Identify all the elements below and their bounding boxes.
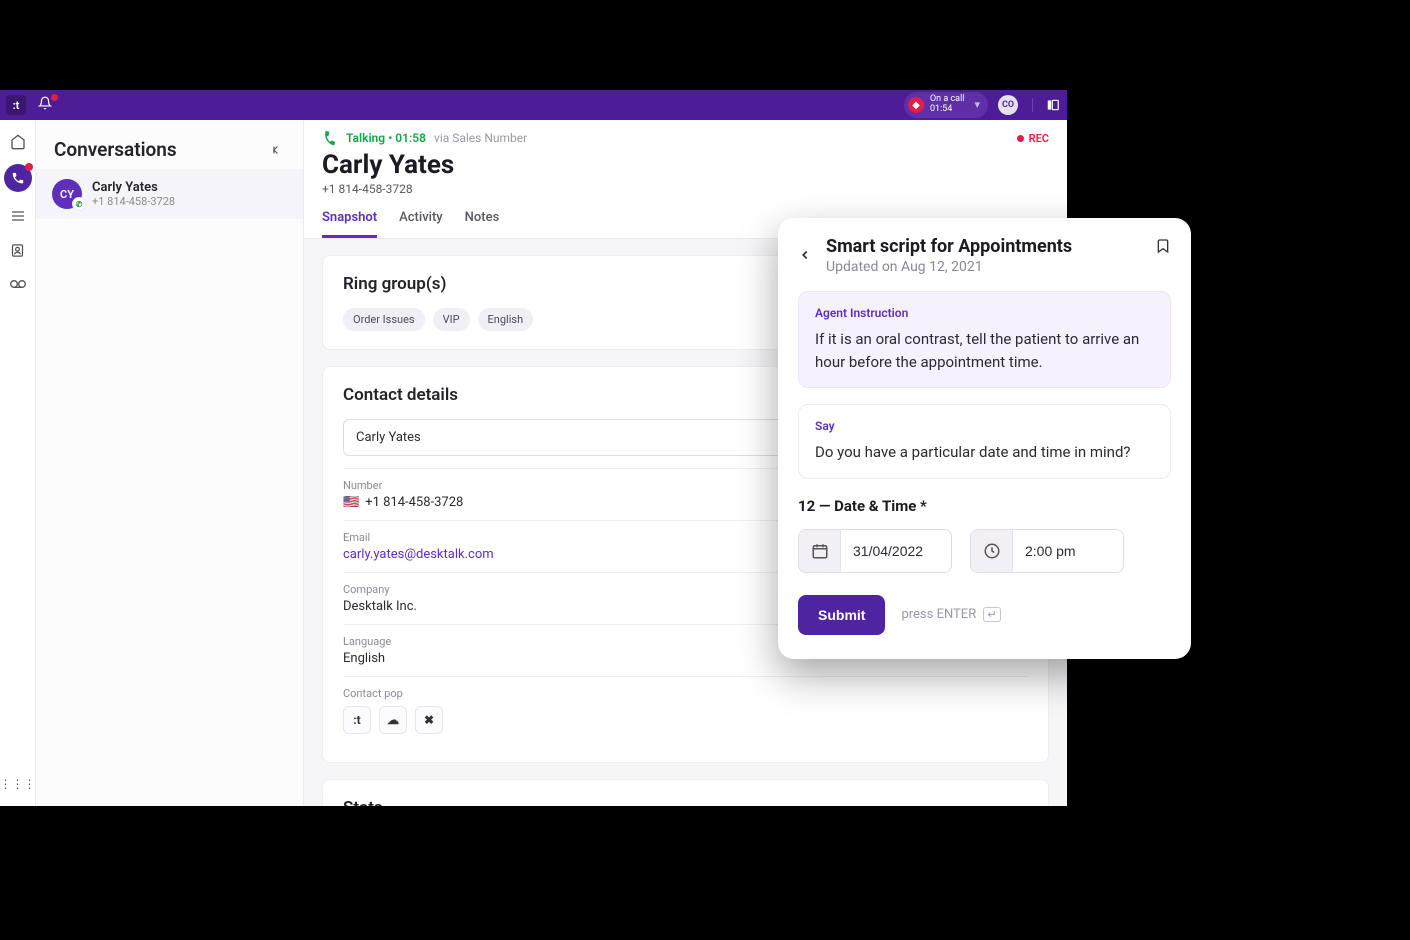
back-icon[interactable] bbox=[798, 244, 812, 266]
phone-badge-icon: ✆ bbox=[72, 197, 86, 211]
rail-home[interactable] bbox=[8, 132, 28, 152]
pop-zendesk-icon[interactable]: ✖ bbox=[415, 706, 443, 734]
bookmark-icon[interactable] bbox=[1155, 236, 1171, 256]
tab-snapshot[interactable]: Snapshot bbox=[322, 210, 377, 238]
contact-pop-icons: :t ☁ ✖ bbox=[343, 706, 1028, 734]
chevron-down-icon: ▾ bbox=[974, 99, 980, 111]
contact-name-heading: Carly Yates bbox=[322, 150, 1049, 180]
say-text: Do you have a particular date and time i… bbox=[815, 441, 1154, 464]
instruction-tag: Agent Instruction bbox=[815, 306, 1154, 320]
press-enter-hint: press ENTER ↵ bbox=[901, 607, 1000, 622]
contact-pop-label: Contact pop bbox=[343, 687, 1028, 700]
call-status: Talking • 01:58 bbox=[346, 131, 426, 145]
user-avatar[interactable]: CO bbox=[998, 95, 1018, 115]
conversations-panel: Conversations CY ✆ Carly Yates +1 814-45… bbox=[36, 120, 304, 806]
conversation-avatar: CY ✆ bbox=[52, 179, 82, 209]
conversations-header: Conversations bbox=[36, 120, 303, 169]
collapse-icon[interactable] bbox=[271, 143, 285, 157]
stats-card: Stats Wait time 01:25 Talking bbox=[322, 779, 1049, 806]
field-contact-pop: Contact pop :t ☁ ✖ bbox=[343, 676, 1028, 744]
call-status-time: 01:54 bbox=[930, 105, 965, 115]
time-input[interactable] bbox=[1013, 530, 1123, 572]
script-titles: Smart script for Appointments Updated on… bbox=[826, 236, 1072, 275]
record-dot-icon: ◆ bbox=[908, 97, 924, 113]
contact-select-value: Carly Yates bbox=[356, 430, 421, 445]
topbar-left: :t bbox=[6, 95, 56, 115]
say-tag: Say bbox=[815, 419, 1154, 433]
tab-activity[interactable]: Activity bbox=[399, 210, 443, 238]
date-field[interactable] bbox=[798, 529, 952, 573]
smart-script-panel: Smart script for Appointments Updated on… bbox=[778, 218, 1191, 659]
script-header: Smart script for Appointments Updated on… bbox=[798, 236, 1171, 275]
rec-label: REC bbox=[1029, 132, 1049, 145]
time-field[interactable] bbox=[970, 529, 1124, 573]
nav-rail: ⋮⋮⋮ bbox=[0, 120, 36, 806]
app-window: :t ◆ On a call 01:54 ▾ CO bbox=[0, 90, 1067, 806]
rec-indicator: REC bbox=[1017, 132, 1049, 145]
clock-icon bbox=[971, 530, 1013, 572]
tab-notes[interactable]: Notes bbox=[465, 210, 500, 238]
submit-row: Submit press ENTER ↵ bbox=[798, 595, 1171, 635]
apps-grid-icon: ⋮⋮⋮ bbox=[0, 777, 36, 791]
notifications-button[interactable] bbox=[38, 96, 56, 114]
script-title: Smart script for Appointments bbox=[826, 236, 1072, 257]
call-via: via Sales Number bbox=[434, 131, 527, 145]
rec-dot-icon bbox=[1017, 135, 1024, 142]
call-status-pill[interactable]: ◆ On a call 01:54 ▾ bbox=[904, 92, 988, 118]
stats-title: Stats bbox=[343, 798, 1028, 806]
conversation-text: Carly Yates +1 814-458-3728 bbox=[92, 180, 175, 208]
notification-dot bbox=[51, 94, 58, 101]
topbar-right: ◆ On a call 01:54 ▾ CO bbox=[904, 92, 1061, 118]
chip-english[interactable]: English bbox=[478, 308, 534, 331]
topbar: :t ◆ On a call 01:54 ▾ CO bbox=[0, 90, 1067, 120]
date-input[interactable] bbox=[841, 530, 951, 572]
submit-button[interactable]: Submit bbox=[798, 595, 885, 635]
pop-salesforce-icon[interactable]: ☁ bbox=[379, 706, 407, 734]
contact-phone-heading: +1 814-458-3728 bbox=[322, 182, 1049, 196]
conversation-item[interactable]: CY ✆ Carly Yates +1 814-458-3728 bbox=[36, 169, 303, 219]
instruction-text: If it is an oral contrast, tell the pati… bbox=[815, 328, 1154, 373]
conversations-title: Conversations bbox=[54, 138, 177, 161]
instruction-block: Agent Instruction If it is an oral contr… bbox=[798, 291, 1171, 388]
conversation-phone: +1 814-458-3728 bbox=[92, 195, 175, 208]
chip-vip[interactable]: VIP bbox=[433, 308, 470, 331]
call-status-line: Talking • 01:58 via Sales Number REC bbox=[322, 130, 1049, 146]
app-logo[interactable]: :t bbox=[6, 95, 26, 115]
conversation-initials: CY bbox=[60, 188, 74, 201]
question-label: 12 — Date & Time * bbox=[798, 497, 1171, 515]
rail-voicemail[interactable] bbox=[8, 274, 28, 294]
calendar-icon bbox=[799, 530, 841, 572]
rail-queue[interactable] bbox=[8, 206, 28, 226]
rail-apps[interactable]: ⋮⋮⋮ bbox=[8, 774, 28, 794]
phone-icon bbox=[320, 128, 340, 148]
rail-contacts[interactable] bbox=[8, 240, 28, 260]
conversation-name: Carly Yates bbox=[92, 180, 175, 195]
number-text: +1 814-458-3728 bbox=[365, 495, 463, 510]
panel-toggle-icon[interactable] bbox=[1032, 98, 1061, 112]
enter-key-icon: ↵ bbox=[983, 607, 1000, 622]
us-flag-icon: 🇺🇸 bbox=[343, 495, 359, 510]
pop-talkdesk-icon[interactable]: :t bbox=[343, 706, 371, 734]
say-block: Say Do you have a particular date and ti… bbox=[798, 404, 1171, 479]
datetime-row bbox=[798, 529, 1171, 573]
press-enter-text: press ENTER bbox=[901, 607, 976, 622]
chip-order-issues[interactable]: Order Issues bbox=[343, 308, 425, 331]
rail-conversations[interactable] bbox=[4, 164, 32, 192]
script-subtitle: Updated on Aug 12, 2021 bbox=[826, 259, 1072, 275]
